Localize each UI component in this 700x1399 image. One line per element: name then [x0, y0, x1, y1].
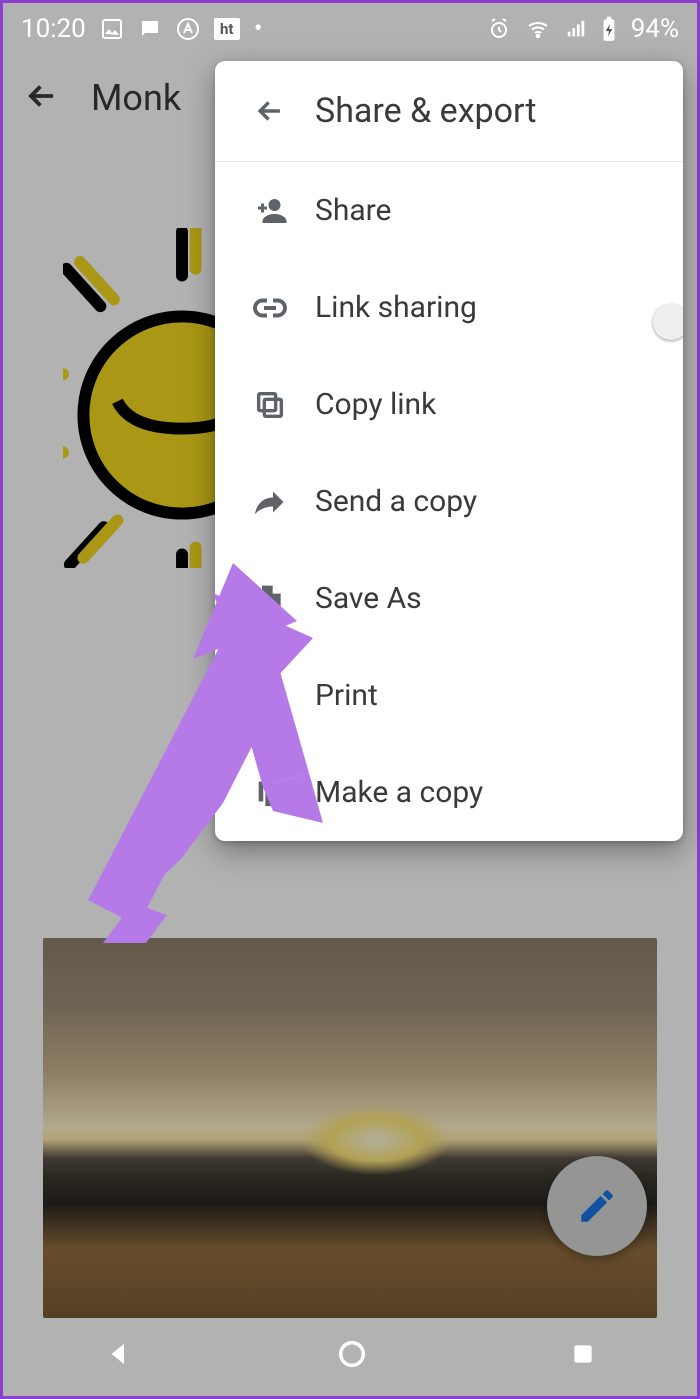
menu-item-label: Send a copy [315, 484, 673, 519]
menu-item-label: Print [315, 678, 673, 713]
file-icon [225, 581, 315, 617]
menu-item-save-as[interactable]: Save As [215, 550, 683, 647]
signal-icon [565, 18, 587, 40]
wifi-icon [525, 17, 551, 41]
alarm-icon [487, 17, 511, 41]
menu-item-label: Copy link [315, 387, 673, 422]
android-nav-bar [3, 1316, 697, 1396]
menu-item-label: Share [315, 193, 673, 228]
menu-item-share[interactable]: Share [215, 162, 683, 259]
menu-item-make-copy[interactable]: Make a copy [215, 744, 683, 841]
status-bar: 10:20 ht • 94% [3, 3, 697, 55]
menu-item-print[interactable]: Print [215, 647, 683, 744]
nav-back-icon[interactable] [104, 1339, 134, 1373]
link-icon [225, 290, 315, 326]
battery-percent: 94% [631, 14, 679, 44]
message-icon [138, 17, 162, 41]
nav-recent-icon[interactable] [570, 1341, 596, 1371]
person-add-icon [225, 193, 315, 229]
menu-item-copy-link[interactable]: Copy link [215, 356, 683, 453]
device-frame: Monk [0, 0, 700, 1399]
send-icon [225, 484, 315, 520]
share-export-menu: Share & export Share Link sharing Copy l… [215, 61, 683, 841]
app-a-icon [176, 17, 200, 41]
menu-header: Share & export [215, 61, 683, 162]
print-icon [225, 678, 315, 714]
menu-back-icon[interactable] [225, 94, 315, 128]
nav-home-icon[interactable] [335, 1337, 369, 1375]
image-icon [100, 17, 124, 41]
copy-icon [225, 388, 315, 422]
menu-title: Share & export [315, 91, 537, 131]
menu-item-label: Make a copy [315, 775, 673, 810]
menu-item-label: Link sharing [315, 290, 657, 325]
duplicate-file-icon [225, 775, 315, 811]
menu-item-link-sharing[interactable]: Link sharing [215, 259, 683, 356]
menu-item-label: Save As [315, 581, 673, 616]
battery-icon [601, 16, 617, 42]
app-ht-icon: ht [214, 18, 240, 40]
menu-item-send-copy[interactable]: Send a copy [215, 453, 683, 550]
more-notifications-icon: • [254, 14, 263, 44]
status-time: 10:20 [21, 14, 86, 44]
